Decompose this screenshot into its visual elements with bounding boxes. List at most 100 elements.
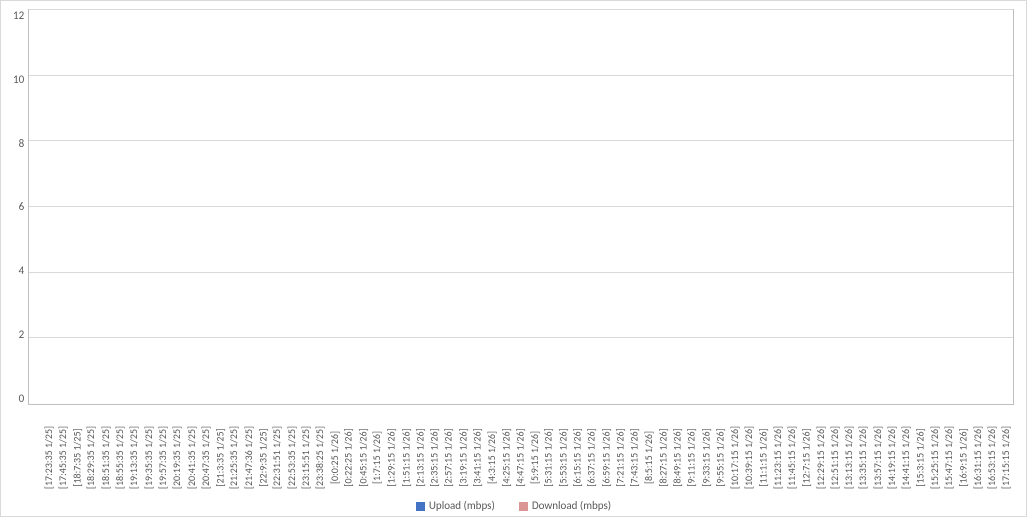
x-tick-label: [3:41:15 1/26] (471, 428, 484, 486)
x-tick: [5:9:15 1/26] (527, 407, 541, 495)
x-tick-label: [0:45:15 1/26] (356, 428, 369, 486)
x-tick: [1:51:15 1/26] (398, 407, 412, 495)
x-tick-label: [8:49:15 1/26] (671, 428, 684, 486)
x-tick: [22:31:51 1/25] (270, 407, 284, 495)
x-tick: [7:43:15 1/26] (627, 407, 641, 495)
grid-line (29, 272, 1013, 273)
x-tick: [22:53:35 1/25] (284, 407, 298, 495)
x-tick: [12:7:15 1/26] (799, 407, 813, 495)
x-tick-label: [22:31:51 1/25] (270, 426, 283, 489)
x-tick-label: [7:21:15 1/26] (614, 428, 627, 486)
x-tick: [0:45:15 1/26] (356, 407, 370, 495)
x-tick: [5:31:15 1/26] (541, 407, 555, 495)
x-tick: [16:53:15 1/26] (985, 407, 999, 495)
x-tick-label: [16:31:15 1/26] (971, 426, 984, 489)
legend: Upload (mbps) Download (mbps) (13, 495, 1014, 512)
x-tick: [7:21:15 1/26] (613, 407, 627, 495)
x-tick: [18:7:35 1/25] (70, 407, 84, 495)
x-tick-label: [23:38:25 1/25] (313, 426, 326, 489)
x-tick: [0:0:25 1/26] (327, 407, 341, 495)
x-tick-label: [6:37:15 1/26] (585, 428, 598, 486)
grid-line (29, 9, 1013, 10)
x-tick-label: [4:3:15 1/26] (485, 431, 498, 484)
x-tick-label: [12:7:15 1/26] (799, 428, 812, 486)
y-tick: 2 (19, 328, 25, 341)
x-tick: [21:3:35 1/25] (213, 407, 227, 495)
legend-download-swatch (519, 502, 528, 511)
x-tick: [3:19:15 1/26] (456, 407, 470, 495)
grid-line (29, 206, 1013, 207)
x-tick: [17:15:15 1/26] (999, 407, 1013, 495)
x-tick-label: [5:53:15 1/26] (556, 428, 569, 486)
x-tick-label: [19:57:35 1/25] (156, 426, 169, 489)
x-tick-label: [0:22:25 1/26] (342, 428, 355, 486)
x-tick-label: [20:41:35 1/25] (185, 426, 198, 489)
x-tick-label: [9:11:15 1/26] (685, 428, 698, 486)
x-tick-label: [2:35:15 1/26] (428, 428, 441, 486)
plot-area (28, 9, 1014, 405)
x-tick-label: [2:57:15 1/26] (442, 428, 455, 486)
y-tick: 4 (19, 264, 25, 277)
x-tick: [4:3:15 1/26] (484, 407, 498, 495)
x-tick: [19:57:35 1/25] (155, 407, 169, 495)
x-tick-label: [12:51:15 1/26] (828, 426, 841, 489)
x-tick: [9:55:15 1/26] (713, 407, 727, 495)
x-tick: [19:13:35 1/25] (127, 407, 141, 495)
legend-download-label: Download (mbps) (532, 499, 611, 512)
x-tick: [10:39:15 1/26] (742, 407, 756, 495)
x-tick: [16:9:15 1/26] (956, 407, 970, 495)
x-tick-label: [20:47:35 1/25] (199, 426, 212, 489)
x-tick: [18:55:35 1/25] (112, 407, 126, 495)
x-tick-label: [22:53:35 1/25] (285, 426, 298, 489)
x-tick-label: [22:9:35 1/25] (256, 428, 269, 486)
x-tick: [4:47:15 1/26] (513, 407, 527, 495)
x-tick: [22:9:35 1/25] (255, 407, 269, 495)
x-tick: [13:35:15 1/26] (856, 407, 870, 495)
x-tick-label: [20:19:35 1/25] (170, 426, 183, 489)
x-tick-label: [18:29:35 1/25] (85, 426, 98, 489)
x-tick: [9:33:15 1/26] (699, 407, 713, 495)
x-tick: [11:45:15 1/26] (784, 407, 798, 495)
x-tick: [18:29:35 1/25] (84, 407, 98, 495)
y-axis: 121086420 (13, 9, 28, 405)
bars-layer (29, 10, 1013, 404)
x-tick: [2:35:15 1/26] (427, 407, 441, 495)
x-tick-label: [11:45:15 1/26] (785, 426, 798, 489)
y-tick: 12 (13, 9, 24, 22)
x-tick-label: [1:7:15 1/26] (370, 431, 383, 484)
x-tick: [6:15:15 1/26] (570, 407, 584, 495)
x-tick-label: [8:5:15 1/26] (642, 431, 655, 484)
x-tick-label: [10:17:15 1/26] (728, 426, 741, 489)
x-tick-label: [9:55:15 1/26] (714, 428, 727, 486)
x-tick: [15:25:15 1/26] (927, 407, 941, 495)
x-tick-label: [6:59:15 1/26] (599, 428, 612, 486)
x-tick-label: [8:27:15 1/26] (656, 428, 669, 486)
x-tick: [8:49:15 1/26] (670, 407, 684, 495)
grid-line (29, 337, 1013, 338)
x-tick-label: [12:29:15 1/26] (814, 426, 827, 489)
x-tick-label: [18:7:35 1/25] (70, 428, 83, 486)
x-tick: [12:51:15 1/26] (827, 407, 841, 495)
x-tick-label: [1:51:15 1/26] (399, 428, 412, 486)
x-tick-label: [4:25:15 1/26] (499, 428, 512, 486)
y-tick: 8 (19, 137, 25, 150)
x-tick: [15:47:15 1/26] (942, 407, 956, 495)
x-axis: [17:23:35 1/25][17:45:35 1/25][18:7:35 1… (41, 407, 1014, 495)
x-tick-label: [9:33:15 1/26] (699, 428, 712, 486)
x-tick: [19:35:35 1/25] (141, 407, 155, 495)
x-tick-label: [15:25:15 1/26] (928, 426, 941, 489)
x-tick: [8:5:15 1/26] (641, 407, 655, 495)
x-tick-label: [13:35:15 1/26] (857, 426, 870, 489)
x-tick-label: [17:15:15 1/26] (1000, 426, 1013, 489)
x-tick: [0:22:25 1/26] (341, 407, 355, 495)
legend-upload-label: Upload (mbps) (429, 499, 495, 512)
x-tick: [20:19:35 1/25] (170, 407, 184, 495)
y-tick: 10 (13, 73, 24, 86)
bandwidth-chart: 121086420 [17:23:35 1/25][17:45:35 1/25]… (0, 0, 1027, 517)
legend-upload-swatch (416, 502, 425, 511)
y-tick: 0 (19, 392, 25, 405)
x-tick-label: [5:31:15 1/26] (542, 428, 555, 486)
x-tick: [6:37:15 1/26] (584, 407, 598, 495)
x-tick: [14:19:15 1/26] (885, 407, 899, 495)
x-tick: [11:23:15 1/26] (770, 407, 784, 495)
